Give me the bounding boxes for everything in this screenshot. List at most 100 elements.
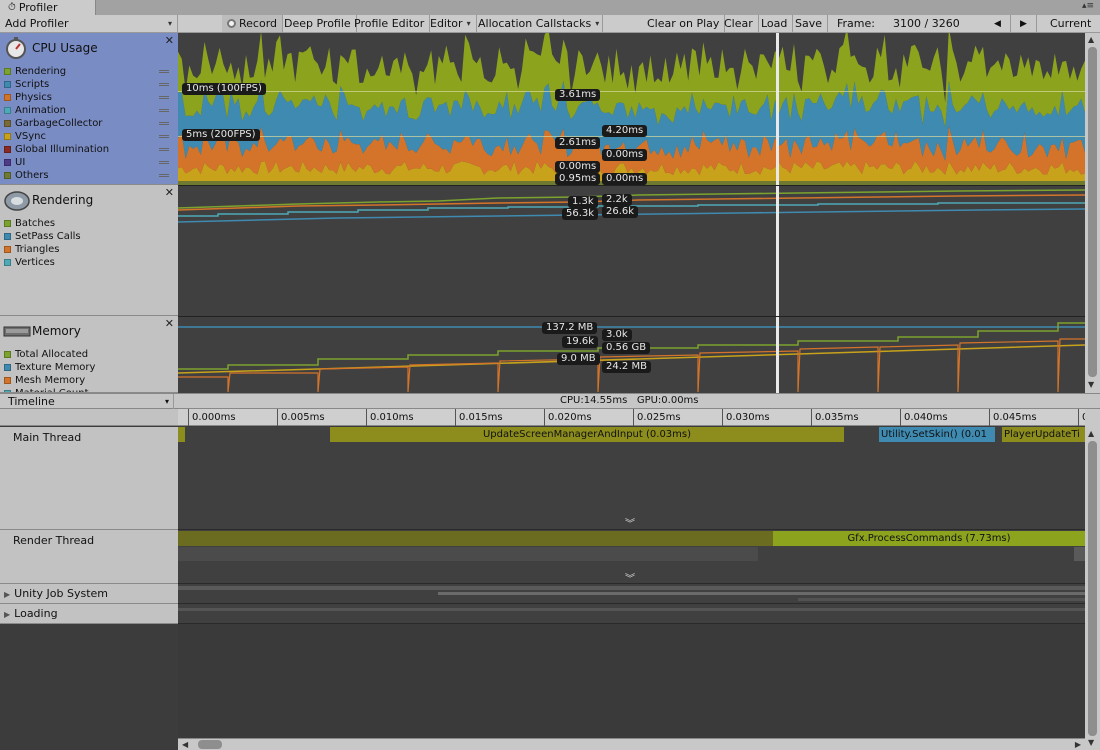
thread-label-render[interactable]: Render Thread — [0, 530, 178, 584]
legend-item[interactable]: Animation — [4, 104, 174, 117]
close-icon[interactable]: ✕ — [165, 34, 174, 47]
legend-swatch[interactable] — [4, 146, 11, 153]
legend-swatch[interactable] — [4, 377, 11, 384]
tab-menu-icon[interactable]: ▴≡ — [1082, 1, 1096, 13]
next-frame-button[interactable]: ▶ — [1011, 15, 1037, 32]
scroll-left-arrow-icon[interactable]: ◀ — [182, 740, 188, 749]
scroll-down-arrow-icon[interactable]: ▼ — [1088, 380, 1094, 389]
view-mode-dropdown[interactable]: Timeline — [4, 394, 174, 409]
drag-handle-icon[interactable] — [159, 83, 169, 86]
sample-update-screen[interactable]: UpdateScreenManagerAndInput (0.03ms) — [330, 427, 844, 442]
timeline-hscrollbar[interactable]: ◀ ▶ — [178, 738, 1085, 750]
memory-panel[interactable]: Memory ✕ Total Allocated Texture Memory Me… — [0, 316, 178, 393]
time-ruler[interactable]: 0.000ms 0.005ms 0.010ms 0.015ms 0.020ms 0.025… — [178, 409, 1100, 426]
timeline-scroll-thumb[interactable] — [1088, 441, 1097, 736]
load-button[interactable]: Load — [756, 15, 794, 32]
allocation-callstacks-dropdown[interactable]: Allocation Callstacks — [473, 15, 603, 32]
memory-chart[interactable]: 137.2 MB 19.6k 9.0 MB 3.0k 0.56 GB 24.2 … — [178, 316, 1085, 393]
legend-swatch[interactable] — [4, 220, 11, 227]
drag-handle-icon[interactable] — [159, 174, 169, 177]
drag-handle-icon[interactable] — [159, 148, 169, 151]
rendering-chart[interactable]: 1.3k 56.3k 2.2k 26.6k — [178, 185, 1085, 316]
legend-swatch[interactable] — [4, 351, 11, 358]
legend-swatch[interactable] — [4, 107, 11, 114]
frame-marker[interactable] — [776, 33, 779, 185]
scroll-up-arrow-icon[interactable]: ▲ — [1088, 35, 1094, 44]
add-profiler-dropdown[interactable]: Add Profiler — [0, 15, 178, 32]
close-icon[interactable]: ✕ — [165, 186, 174, 199]
legend-swatch[interactable] — [4, 120, 11, 127]
target-dropdown[interactable]: Editor — [425, 15, 477, 32]
loading-track[interactable] — [178, 604, 1085, 624]
expand-triangle-icon[interactable]: ▶ — [4, 590, 10, 599]
previous-frame-button[interactable]: ◀ — [985, 15, 1011, 32]
drag-handle-icon[interactable] — [159, 70, 169, 73]
clear-on-play-button[interactable]: Clear on Play — [642, 15, 726, 32]
legend-item[interactable]: Scripts — [4, 78, 174, 91]
sample-bar[interactable] — [178, 547, 758, 561]
frame-marker[interactable] — [776, 317, 779, 393]
legend-item[interactable]: SetPass Calls — [4, 230, 174, 243]
legend-swatch[interactable] — [4, 233, 11, 240]
cpu-usage-chart[interactable]: 10ms (100FPS) 5ms (200FPS) 3.61ms 2.61ms… — [178, 33, 1085, 185]
chevron-down-icon[interactable]: ︾ — [625, 570, 635, 583]
profile-editor-button[interactable]: Profile Editor — [349, 15, 431, 32]
save-button[interactable]: Save — [790, 15, 829, 32]
record-button[interactable]: Record — [222, 15, 284, 32]
legend-item[interactable]: Total Allocated — [4, 348, 174, 361]
thread-label-main[interactable]: Main Thread — [0, 427, 178, 530]
sample-gfx-process-commands[interactable]: Gfx.ProcessCommands (7.73ms) — [773, 531, 1085, 546]
legend-item[interactable]: Texture Memory — [4, 361, 174, 374]
legend-item[interactable]: UI — [4, 156, 174, 169]
sample-player-update[interactable]: PlayerUpdateTi — [1002, 427, 1085, 442]
legend-swatch[interactable] — [4, 246, 11, 253]
expand-triangle-icon[interactable]: ▶ — [4, 610, 10, 619]
chevron-down-icon[interactable]: ︾ — [625, 515, 635, 529]
legend-swatch[interactable] — [4, 159, 11, 166]
scroll-right-arrow-icon[interactable]: ▶ — [1075, 740, 1081, 749]
legend-swatch[interactable] — [4, 81, 11, 88]
job-system-track[interactable] — [178, 584, 1085, 604]
legend-item[interactable]: Others — [4, 169, 174, 182]
frame-marker[interactable] — [776, 186, 779, 316]
rendering-panel[interactable]: Rendering ✕ Batches SetPass Calls Triangle… — [0, 185, 178, 316]
timeline-hscroll-thumb[interactable] — [198, 740, 222, 749]
close-icon[interactable]: ✕ — [165, 317, 174, 330]
legend-swatch[interactable] — [4, 94, 11, 101]
sample-bar[interactable] — [1074, 547, 1085, 561]
charts-scrollbar[interactable]: ▲ ▼ — [1085, 33, 1100, 393]
current-frame-button[interactable]: Current — [1045, 15, 1096, 32]
scroll-down-arrow-icon[interactable]: ▼ — [1088, 738, 1094, 747]
drag-handle-icon[interactable] — [159, 96, 169, 99]
legend-item[interactable]: GarbageCollector — [4, 117, 174, 130]
thread-label-loading[interactable]: ▶ Loading — [0, 604, 178, 624]
cpu-usage-panel[interactable]: CPU Usage ✕ Rendering Scripts Physics Anima… — [0, 33, 178, 185]
drag-handle-icon[interactable] — [159, 122, 169, 125]
deep-profile-button[interactable]: Deep Profile — [279, 15, 357, 32]
legend-item[interactable]: Batches — [4, 217, 174, 230]
scroll-up-arrow-icon[interactable]: ▲ — [1088, 429, 1094, 438]
drag-handle-icon[interactable] — [159, 109, 169, 112]
tab-profiler[interactable]: ⏱ Profiler — [0, 0, 96, 15]
thread-label-job-system[interactable]: ▶ Unity Job System — [0, 584, 178, 604]
clear-button[interactable]: Clear — [719, 15, 759, 32]
charts-scroll-thumb[interactable] — [1088, 47, 1097, 377]
render-thread-track[interactable]: Gfx.ProcessCommands (7.73ms) ︾ — [178, 530, 1085, 584]
legend-item[interactable]: Physics — [4, 91, 174, 104]
drag-handle-icon[interactable] — [159, 161, 169, 164]
legend-swatch[interactable] — [4, 259, 11, 266]
legend-swatch[interactable] — [4, 172, 11, 179]
sample-bar[interactable] — [178, 531, 773, 546]
legend-item[interactable]: Vertices — [4, 256, 174, 269]
drag-handle-icon[interactable] — [159, 135, 169, 138]
legend-swatch[interactable] — [4, 68, 11, 75]
legend-item[interactable]: Mesh Memory — [4, 374, 174, 387]
sample-bar[interactable] — [178, 427, 185, 442]
sample-set-skin[interactable]: Utility.SetSkin() (0.01 — [879, 427, 995, 442]
legend-swatch[interactable] — [4, 133, 11, 140]
main-thread-track[interactable]: UpdateScreenManagerAndInput (0.03ms) Uti… — [178, 427, 1085, 530]
legend-item[interactable]: Triangles — [4, 243, 174, 256]
legend-item[interactable]: VSync — [4, 130, 174, 143]
legend-item[interactable]: Global Illumination — [4, 143, 174, 156]
timeline-scrollbar[interactable]: ▲ ▼ — [1085, 409, 1100, 750]
